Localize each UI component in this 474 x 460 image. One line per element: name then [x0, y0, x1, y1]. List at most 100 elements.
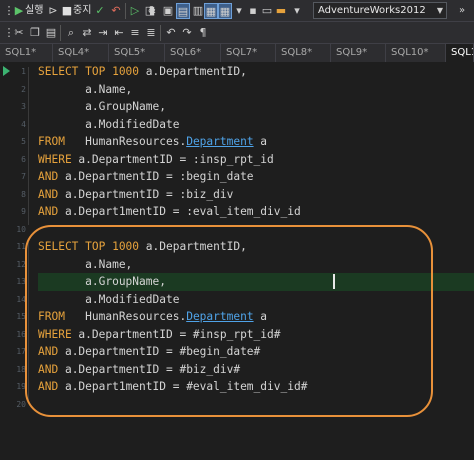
sql-keyword: AND — [38, 205, 65, 218]
code-line[interactable]: WHERE a.DepartmentID = :insp_rpt_id — [38, 151, 274, 169]
tab-sql7[interactable]: SQL7* — [221, 44, 276, 62]
find-icon[interactable]: ⌕ — [64, 25, 78, 41]
tab-sql5[interactable]: SQL5* — [109, 44, 165, 62]
tab-sql6[interactable]: SQL6* — [165, 44, 221, 62]
tab-label: SQL9* — [336, 47, 368, 58]
code-token: a — [253, 135, 268, 148]
line-number: 1 — [21, 67, 26, 76]
table-view-icon[interactable]: ▦ — [204, 3, 218, 19]
code-line[interactable]: a.ModifiedDate — [38, 116, 179, 134]
line-number: 13 — [16, 277, 26, 286]
code-token: a.DepartmentID = :insp_rpt_id — [78, 152, 274, 166]
format-icon[interactable]: ¶ — [196, 25, 210, 41]
sql-editor[interactable]: 1 2 3 4 5 6 7 8 9 10 11 12 13 14 15 16 17 18 19 20 SELECT T… — [0, 62, 474, 460]
dropdown-caret-icon-2[interactable]: ▾ — [290, 3, 304, 19]
tab-sql9[interactable]: SQL9* — [331, 44, 386, 62]
code-token: a.DepartmentID = :biz_div — [64, 187, 234, 201]
indent-icon[interactable]: ⇥ — [96, 25, 110, 41]
stop-icon[interactable]: ■ — [60, 3, 74, 19]
run-marker-icon — [3, 66, 10, 76]
line-number: 14 — [16, 294, 26, 304]
tab-label: SQL4* — [58, 47, 90, 58]
tab-label: SQL1 — [451, 47, 473, 58]
toolbar-separator-2 — [60, 25, 61, 41]
code-token: a.DepartmentID, — [145, 65, 247, 78]
sql-keyword: AND — [38, 170, 65, 183]
toolbar-separator-3 — [160, 25, 161, 41]
save-icon[interactable]: ▪ — [246, 3, 260, 19]
tab-sql8[interactable]: SQL8* — [276, 44, 331, 62]
line-number: 17 — [16, 347, 26, 356]
sql-tab-bar: SQL1* SQL4* SQL5* SQL6* SQL7* SQL8* SQL9… — [0, 44, 474, 62]
sql-keyword: AND — [38, 187, 65, 201]
code-line[interactable]: SELECT TOP 1000 a.DepartmentID, — [38, 63, 247, 81]
line-number: 2 — [21, 84, 26, 94]
tab-sql-active[interactable]: SQL1 — [446, 44, 474, 62]
commit-icon[interactable]: ✓ — [93, 3, 107, 19]
code-line[interactable]: AND a.DepartmentID = :begin_date — [38, 168, 254, 186]
code-token: a.Name, — [38, 82, 133, 96]
line-number: 16 — [16, 329, 26, 339]
chevron-down-icon: ▼ — [436, 6, 443, 15]
code-token: a.ModifiedDate — [38, 117, 180, 131]
code-line[interactable]: a.GroupName, — [38, 98, 166, 116]
editor-toolbar: ⋮ ✂ ❐ ▤ ⌕ ⇄ ⇥ ⇤ ≡ ≣ ↶ ↷ ¶ — [0, 22, 474, 44]
line-number: 18 — [16, 364, 26, 374]
code-line[interactable]: AND a.Depart1mentID = :eval_item_div_id — [38, 203, 301, 221]
table-link[interactable]: Department — [186, 135, 253, 148]
toolbar: ⋮ ▶ 실행 ⊳ ■ 중지 ✓ ↶ ▷ ◨ & ▣ ▤ ▥ ▦ ▦ ▾ ▪ ▭ … — [0, 0, 474, 22]
tab-sql10[interactable]: SQL10* — [386, 44, 446, 62]
tab-label: SQL1* — [5, 47, 37, 58]
line-number: 9 — [21, 207, 26, 216]
line-number: 20 — [16, 399, 26, 409]
bind-variable-icon[interactable]: ▣ — [161, 3, 175, 19]
folder-icon[interactable]: ▬ — [274, 3, 288, 19]
grid-view-icon[interactable]: ▤ — [176, 3, 190, 19]
rollback-icon[interactable]: ↶ — [109, 3, 123, 19]
code-token: a.Depart1mentID = :eval_item_div_id — [64, 205, 301, 218]
uncomment-icon[interactable]: ≣ — [144, 25, 158, 41]
line-number: 12 — [16, 259, 26, 269]
redo-icon[interactable]: ↷ — [180, 25, 194, 41]
open-file-icon[interactable]: ▭ — [260, 3, 274, 19]
sql-keyword: FROM — [38, 135, 86, 148]
code-token: a.DepartmentID = :begin_date — [64, 170, 254, 183]
code-line[interactable]: FROM HumanResources.Department a — [38, 133, 267, 151]
run-icon[interactable]: ▶ — [12, 3, 26, 19]
step-icon[interactable]: ⊳ — [46, 3, 60, 19]
tab-label: SQL10* — [391, 47, 429, 58]
dropdown-caret-icon[interactable]: ▾ — [232, 3, 246, 19]
database-select[interactable]: AdventureWorks2012 ▼ — [313, 2, 447, 19]
tab-label: SQL7* — [226, 47, 258, 58]
line-number: 10 — [16, 224, 26, 234]
comment-icon[interactable]: ≡ — [128, 25, 142, 41]
tab-sql4[interactable]: SQL4* — [53, 44, 109, 62]
tab-label: SQL8* — [281, 47, 313, 58]
line-number: 3 — [21, 102, 26, 111]
fold-guide — [28, 67, 29, 225]
stop-button-label[interactable]: 중지 — [73, 3, 91, 19]
line-number: 11 — [16, 242, 26, 251]
run-button-label[interactable]: 실행 — [25, 3, 43, 19]
undo-icon[interactable]: ↶ — [164, 25, 178, 41]
tab-label: SQL6* — [170, 47, 202, 58]
tab-sql1[interactable]: SQL1* — [0, 44, 53, 62]
line-number: 6 — [21, 154, 26, 164]
replace-icon[interactable]: ⇄ — [80, 25, 94, 41]
cut-icon[interactable]: ✂ — [12, 25, 26, 41]
text-view-icon[interactable]: ▥ — [191, 3, 205, 19]
tab-label: SQL5* — [114, 47, 146, 58]
line-number: 15 — [16, 312, 26, 321]
code-line[interactable]: AND a.DepartmentID = :biz_div — [38, 186, 233, 204]
code-token: a.GroupName, — [38, 100, 166, 113]
outdent-icon[interactable]: ⇤ — [112, 25, 126, 41]
copy-icon[interactable]: ❐ — [28, 25, 42, 41]
form-view-icon[interactable]: ▦ — [218, 3, 232, 19]
code-line[interactable]: a.Name, — [38, 81, 132, 99]
line-number: 19 — [16, 382, 26, 391]
sql-keyword: SELECT TOP 1000 — [38, 65, 146, 78]
paste-icon[interactable]: ▤ — [44, 25, 58, 41]
more-icon[interactable]: » — [452, 3, 472, 19]
execute-script-icon[interactable]: ▷ — [128, 3, 142, 19]
sql-keyword: WHERE — [38, 152, 79, 166]
